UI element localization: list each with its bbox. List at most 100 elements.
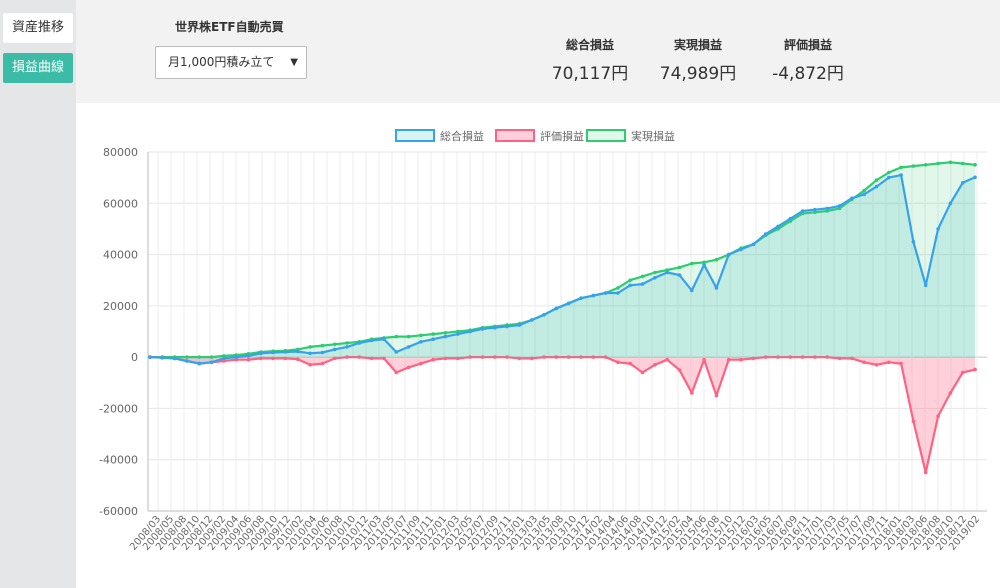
data-point (394, 350, 399, 354)
data-point (726, 252, 731, 257)
data-point (320, 361, 325, 366)
data-point (665, 270, 669, 275)
stat-unrealized: 評価損益 -4,872円 (763, 36, 853, 84)
data-point (702, 263, 706, 267)
data-point (616, 286, 620, 290)
stat-total-value: 70,117円 (551, 64, 629, 84)
data-point (923, 470, 928, 475)
data-point (443, 331, 448, 335)
data-point (616, 360, 620, 365)
data-point (911, 240, 916, 244)
data-point (837, 204, 842, 208)
stat-unrealized-value: -4,872円 (772, 64, 844, 84)
data-point (923, 163, 928, 167)
data-point (628, 361, 632, 366)
data-point (628, 278, 632, 282)
data-point (653, 363, 657, 367)
data-point (406, 345, 411, 349)
data-point (874, 363, 879, 367)
data-point (948, 201, 953, 206)
data-point (406, 365, 411, 370)
data-point (936, 414, 940, 418)
data-point (148, 355, 152, 359)
data-point (271, 350, 275, 355)
data-point (887, 360, 891, 365)
data-point (259, 351, 263, 356)
data-point (936, 227, 940, 231)
stat-total: 総合損益 70,117円 (545, 36, 635, 84)
data-point (690, 288, 694, 293)
data-point (850, 196, 854, 200)
data-point (739, 247, 743, 252)
data-point (419, 340, 423, 344)
data-point (296, 357, 300, 361)
series-area-1 (150, 357, 975, 473)
data-point (862, 188, 866, 193)
data-point (308, 345, 312, 349)
data-point (665, 357, 669, 362)
data-point (283, 350, 288, 354)
y-tick-label: -20000 (99, 402, 138, 415)
data-point (579, 296, 583, 300)
data-point (923, 283, 928, 288)
data-point (246, 354, 251, 358)
data-point (911, 164, 916, 168)
data-point (899, 173, 903, 177)
legend-label: 実現損益 (631, 129, 675, 143)
nav-asset-history[interactable]: 資産推移 (3, 13, 73, 43)
data-point (640, 370, 645, 375)
y-tick-label: 20000 (103, 300, 138, 313)
data-point (911, 419, 916, 424)
data-point (936, 161, 940, 166)
data-point (369, 338, 374, 343)
data-point (493, 325, 497, 330)
data-point (345, 345, 349, 349)
data-point (431, 337, 436, 341)
data-point (726, 357, 731, 362)
stat-realized-value: 74,989円 (659, 64, 737, 84)
data-point (960, 370, 965, 375)
data-point (505, 324, 509, 329)
data-point (800, 209, 805, 213)
data-point (763, 232, 768, 236)
data-point (640, 274, 645, 279)
data-point (345, 341, 349, 345)
stat-realized: 実現損益 74,989円 (653, 36, 743, 84)
pnl-chart: 800006000040000200000-20000-40000-600002… (99, 129, 987, 553)
nav-pnl-curve[interactable]: 損益曲線 (3, 53, 73, 83)
data-point (960, 161, 965, 166)
y-tick-label: 40000 (103, 249, 138, 262)
data-point (160, 355, 165, 360)
data-point (973, 367, 977, 372)
data-point (382, 337, 386, 341)
legend-label: 総合損益 (440, 129, 484, 143)
data-point (332, 347, 337, 352)
data-point (419, 361, 423, 366)
data-point (825, 206, 829, 211)
data-point (813, 207, 817, 212)
data-point (234, 355, 238, 359)
data-point (948, 160, 953, 165)
data-point (468, 329, 472, 334)
data-point (591, 293, 596, 298)
data-point (862, 192, 866, 197)
data-point (628, 283, 632, 288)
legend-label: 評価損益 (540, 129, 584, 143)
legend-swatch (395, 129, 435, 142)
data-point (960, 181, 965, 185)
data-point (320, 343, 325, 348)
data-point (739, 357, 743, 362)
data-point (308, 351, 312, 356)
data-point (320, 350, 325, 355)
plan-select[interactable]: 月1,000円積み立て ▼ (155, 46, 307, 79)
data-point (308, 363, 312, 367)
data-point (714, 286, 719, 290)
data-point (862, 360, 866, 365)
y-tick-label: 80000 (103, 146, 138, 159)
data-point (702, 357, 706, 362)
stat-total-label: 総合損益 (565, 38, 614, 52)
data-point (197, 361, 202, 366)
data-point (751, 242, 756, 247)
sidebar: 資産推移 損益曲線 (0, 0, 76, 588)
data-point (185, 359, 189, 363)
